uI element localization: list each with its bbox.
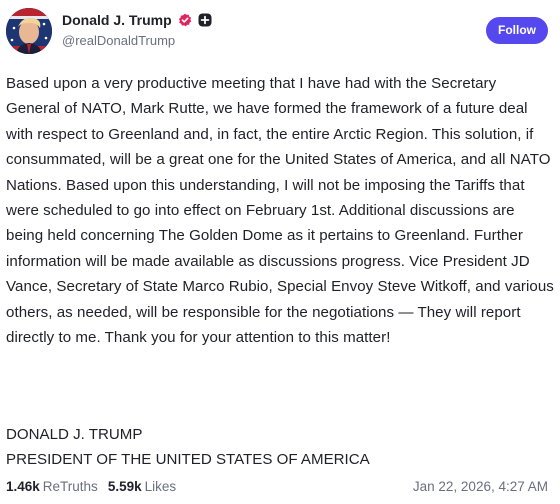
- likes-label[interactable]: Likes: [145, 479, 177, 494]
- retruths-label[interactable]: ReTruths: [43, 479, 98, 494]
- post-signature: DONALD J. TRUMP PRESIDENT OF THE UNITED …: [6, 422, 554, 472]
- post-body-text: Based upon a very productive meeting tha…: [6, 75, 554, 347]
- signature-name: DONALD J. TRUMP: [6, 426, 143, 443]
- likes-count[interactable]: 5.59k: [108, 479, 142, 494]
- author-name-row: Donald J. Trump: [62, 10, 212, 30]
- verified-badge-icon: [178, 13, 192, 27]
- profile-avatar[interactable]: [6, 8, 52, 54]
- post-timestamp[interactable]: Jan 22, 2026, 4:27 AM: [413, 479, 548, 494]
- author-handle[interactable]: @realDonaldTrump: [62, 33, 175, 48]
- follow-button[interactable]: Follow: [486, 17, 548, 44]
- signature-title: PRESIDENT OF THE UNITED STATES OF AMERIC…: [6, 451, 370, 468]
- avatar-image: [6, 8, 52, 54]
- author-display-name[interactable]: Donald J. Trump: [62, 12, 172, 28]
- truth-post: Donald J. Trump @realDonaldTrump Follow …: [0, 0, 560, 504]
- retruths-count[interactable]: 1.46k: [6, 479, 40, 494]
- plus-badge-icon: [198, 13, 212, 27]
- post-stats: 1.46k ReTruths 5.59k Likes: [6, 479, 186, 497]
